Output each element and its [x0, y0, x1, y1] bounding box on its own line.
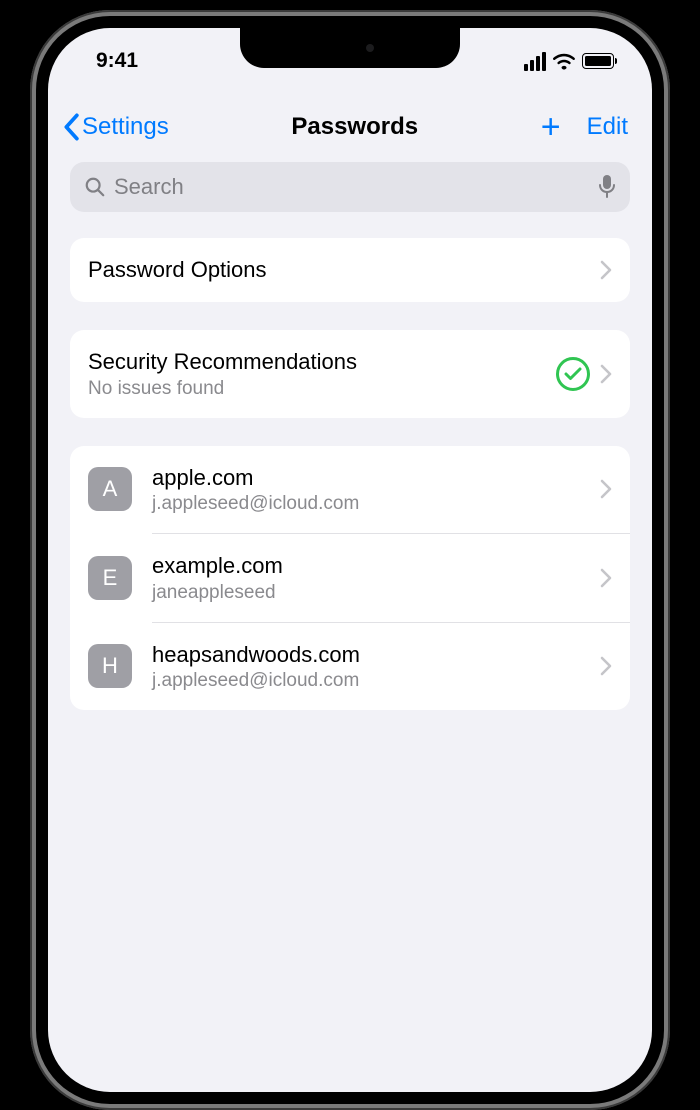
search-input[interactable]	[114, 174, 590, 200]
security-subtitle: No issues found	[88, 378, 556, 400]
chevron-right-icon	[600, 656, 612, 676]
chevron-right-icon	[600, 260, 612, 280]
back-button[interactable]: Settings	[62, 113, 169, 141]
accounts-group: A apple.com j.appleseed@icloud.com E exa…	[70, 446, 630, 711]
chevron-right-icon	[600, 479, 612, 499]
account-site: example.com	[152, 552, 600, 580]
search-icon	[84, 176, 106, 198]
status-time: 9:41	[96, 49, 138, 73]
account-site: apple.com	[152, 464, 600, 492]
site-avatar: H	[88, 644, 132, 688]
chevron-right-icon	[600, 568, 612, 588]
edit-button[interactable]: Edit	[587, 113, 628, 141]
chevron-left-icon	[62, 113, 80, 141]
security-group: Security Recommendations No issues found	[70, 330, 630, 418]
account-row[interactable]: E example.com janeappleseed	[70, 534, 630, 622]
account-user: janeappleseed	[152, 582, 600, 604]
status-indicators	[524, 52, 614, 71]
site-avatar: A	[88, 467, 132, 511]
battery-icon	[582, 53, 614, 69]
chevron-right-icon	[600, 364, 612, 384]
page-title: Passwords	[291, 113, 418, 141]
search-field[interactable]	[70, 162, 630, 212]
account-row[interactable]: H heapsandwoods.com j.appleseed@icloud.c…	[70, 623, 630, 711]
password-options-label: Password Options	[88, 256, 600, 284]
nav-bar: Settings Passwords + Edit	[48, 82, 652, 160]
mic-icon[interactable]	[598, 174, 616, 200]
security-title: Security Recommendations	[88, 348, 556, 376]
security-recommendations-row[interactable]: Security Recommendations No issues found	[70, 330, 630, 418]
account-user: j.appleseed@icloud.com	[152, 493, 600, 515]
cellular-icon	[524, 52, 546, 71]
password-options-row[interactable]: Password Options	[70, 238, 630, 302]
wifi-icon	[552, 52, 576, 70]
password-options-group: Password Options	[70, 238, 630, 302]
site-avatar: E	[88, 556, 132, 600]
account-site: heapsandwoods.com	[152, 641, 600, 669]
checkmark-circle-icon	[556, 357, 590, 391]
back-label: Settings	[82, 113, 169, 141]
account-row[interactable]: A apple.com j.appleseed@icloud.com	[70, 446, 630, 534]
add-button[interactable]: +	[541, 110, 561, 144]
account-user: j.appleseed@icloud.com	[152, 670, 600, 692]
